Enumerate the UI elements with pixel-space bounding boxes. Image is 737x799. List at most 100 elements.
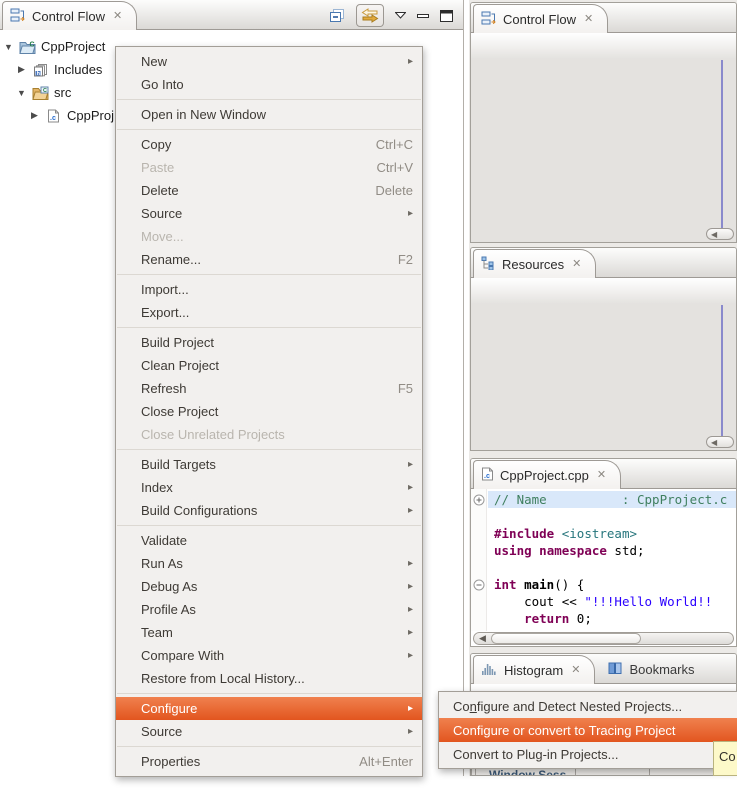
menu-item-label: Run As	[141, 556, 183, 571]
menu-item-delete[interactable]: DeleteDelete	[116, 179, 422, 202]
tree-expanded-arrow-icon[interactable]: ▼	[3, 42, 14, 52]
view-menu-button[interactable]	[395, 12, 406, 19]
submenu-arrow-icon: ▸	[408, 56, 413, 67]
menu-separator	[117, 525, 421, 526]
scroll-left-icon: ◀	[711, 438, 717, 447]
menu-separator	[117, 129, 421, 130]
menu-item-convert-to-plug-in-projects[interactable]: Convert to Plug-in Projects...	[439, 742, 737, 766]
fold-expand-icon[interactable]	[473, 493, 485, 511]
code-token: std;	[607, 543, 645, 558]
editor-view: .c CppProject.cpp ✕ // Name : CppProject…	[470, 458, 737, 647]
close-icon[interactable]: ✕	[571, 665, 580, 676]
menu-item-configure-and-detect-nested-projects[interactable]: Configure and Detect Nested Projects...	[439, 694, 737, 718]
horizontal-scrollbar[interactable]: ◀	[706, 436, 734, 448]
menu-item-copy[interactable]: CopyCtrl+C	[116, 133, 422, 156]
menu-item-debug-as[interactable]: Debug As▸	[116, 575, 422, 598]
vertical-scroll-indicator[interactable]	[721, 305, 723, 437]
menu-item-label: Move...	[141, 229, 184, 244]
submenu-arrow-icon: ▸	[408, 627, 413, 638]
resources-icon	[481, 256, 496, 273]
tab-control-flow-right[interactable]: Control Flow ✕	[473, 4, 608, 33]
menu-item-validate[interactable]: Validate	[116, 529, 422, 552]
close-icon[interactable]: ✕	[113, 11, 122, 22]
menu-item-team[interactable]: Team▸	[116, 621, 422, 644]
tree-collapsed-arrow-icon[interactable]: ▶	[16, 64, 27, 75]
scrollbar-thumb[interactable]	[491, 633, 641, 644]
menu-item-label: Validate	[141, 533, 187, 548]
menu-separator	[117, 449, 421, 450]
menu-shortcut: Ctrl+C	[376, 137, 413, 152]
close-icon[interactable]: ✕	[572, 259, 581, 270]
tab-label: Control Flow	[32, 9, 105, 24]
menu-item-close-project[interactable]: Close Project	[116, 400, 422, 423]
horizontal-scrollbar[interactable]: ◀	[473, 632, 734, 645]
tab-histogram[interactable]: Histogram ✕	[473, 655, 595, 684]
code-token: using	[494, 543, 532, 558]
resources-canvas: ◀	[471, 278, 736, 450]
menu-item-close-unrelated-projects: Close Unrelated Projects	[116, 423, 422, 446]
menu-item-new[interactable]: New▸	[116, 50, 422, 73]
c-file-icon: .c	[481, 467, 494, 484]
menu-shortcut: Ctrl+V	[377, 160, 413, 175]
tab-cppproject-cpp[interactable]: .c CppProject.cpp ✕	[473, 460, 621, 489]
menu-item-rename[interactable]: Rename...F2	[116, 248, 422, 271]
menu-item-refresh[interactable]: RefreshF5	[116, 377, 422, 400]
menu-item-profile-as[interactable]: Profile As▸	[116, 598, 422, 621]
code-token: return	[524, 611, 569, 626]
menu-item-clean-project[interactable]: Clean Project	[116, 354, 422, 377]
tab-label: Histogram	[504, 663, 563, 678]
menu-item-build-project[interactable]: Build Project	[116, 331, 422, 354]
menu-item-build-configurations[interactable]: Build Configurations▸	[116, 499, 422, 522]
menu-item-label: Close Unrelated Projects	[141, 427, 285, 442]
menu-item-source[interactable]: Source▸	[116, 202, 422, 225]
close-icon[interactable]: ✕	[584, 14, 593, 25]
menu-item-label: Properties	[141, 754, 200, 769]
close-icon[interactable]: ✕	[597, 470, 606, 481]
maximize-button[interactable]	[440, 10, 453, 22]
tooltip-text: Co	[719, 749, 736, 764]
vertical-scroll-indicator[interactable]	[721, 60, 723, 229]
menu-shortcut: Delete	[375, 183, 413, 198]
menu-item-index[interactable]: Index▸	[116, 476, 422, 499]
menu-item-import[interactable]: Import...	[116, 278, 422, 301]
code-token: namespace	[539, 543, 607, 558]
configure-submenu: Configure and Detect Nested Projects...C…	[438, 691, 737, 769]
menu-item-label: Build Project	[141, 335, 214, 350]
menu-item-export[interactable]: Export...	[116, 301, 422, 324]
menu-separator	[117, 746, 421, 747]
tree-expanded-arrow-icon[interactable]: ▼	[16, 88, 27, 98]
menu-item-configure[interactable]: Configure▸	[116, 697, 422, 720]
menu-item-open-in-new-window[interactable]: Open in New Window	[116, 103, 422, 126]
fold-collapse-icon[interactable]	[473, 578, 485, 596]
menu-item-restore-from-local-history[interactable]: Restore from Local History...	[116, 667, 422, 690]
tab-control-flow-left[interactable]: Control Flow ✕	[2, 1, 137, 30]
tab-resources[interactable]: Resources ✕	[473, 249, 596, 278]
horizontal-scrollbar[interactable]: ◀	[706, 228, 734, 240]
menu-item-label: Source	[141, 724, 182, 739]
menu-item-label: Configure	[141, 701, 197, 716]
resources-tabbar: Resources ✕	[471, 248, 736, 278]
minimize-button[interactable]	[417, 13, 429, 19]
submenu-arrow-icon: ▸	[408, 726, 413, 737]
tree-collapsed-arrow-icon[interactable]: ▶	[29, 110, 40, 121]
menu-item-compare-with[interactable]: Compare With▸	[116, 644, 422, 667]
tab-label: Resources	[502, 257, 564, 272]
menu-item-configure-or-convert-to-tracing-project[interactable]: Configure or convert to Tracing Project	[439, 718, 737, 742]
menu-item-label: Paste	[141, 160, 174, 175]
link-with-editor-button[interactable]	[356, 4, 384, 27]
menu-item-properties[interactable]: PropertiesAlt+Enter	[116, 750, 422, 773]
menu-item-go-into[interactable]: Go Into	[116, 73, 422, 96]
histogram-icon	[481, 662, 498, 678]
menu-item-source[interactable]: Source ▸	[116, 720, 422, 743]
tab-bookmarks[interactable]: Bookmarks	[595, 655, 706, 683]
code-editor[interactable]: // Name : CppProject.c#include <iostream…	[471, 489, 736, 646]
source-folder-icon: C	[32, 86, 49, 100]
eclipse-workbench: Control Flow ✕ ▼CCppProject▶hIncludes▼Cs…	[0, 0, 737, 799]
menu-item-run-as[interactable]: Run As▸	[116, 552, 422, 575]
menu-item-build-targets[interactable]: Build Targets▸	[116, 453, 422, 476]
svg-text:C: C	[30, 41, 35, 48]
c-file-icon: .c	[45, 109, 62, 123]
collapse-all-button[interactable]	[329, 8, 345, 23]
svg-text:.c: .c	[484, 473, 490, 480]
c-project-folder-icon: C	[19, 40, 36, 54]
